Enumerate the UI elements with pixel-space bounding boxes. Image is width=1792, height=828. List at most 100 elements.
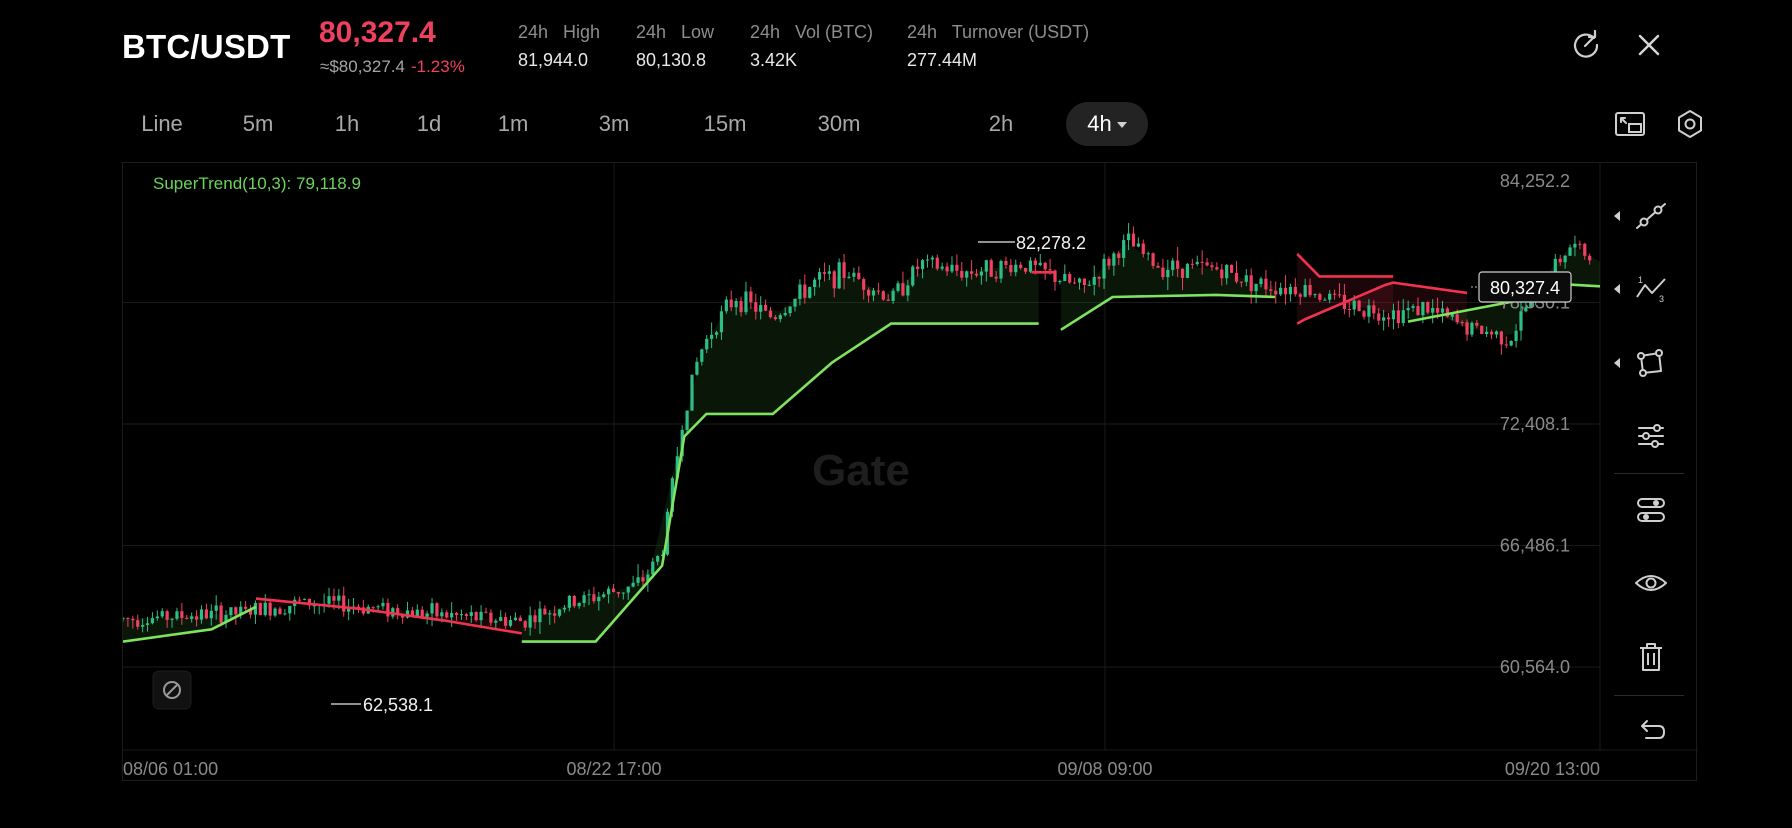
candlestick-chart[interactable]: Gate 82,278.2 62,538.1 SuperTrend(10,3):…: [123, 163, 1698, 782]
expand-arrow-icon[interactable]: [1614, 284, 1620, 294]
candle-up: [557, 609, 562, 616]
trend-line-tool[interactable]: [1631, 196, 1671, 236]
stat-24h-low: 24h Low 80,130.8: [636, 22, 714, 71]
svg-text:3: 3: [1659, 294, 1664, 304]
candle-up: [562, 607, 567, 610]
candle-down: [989, 260, 993, 277]
candle-down: [739, 300, 743, 313]
tab-30m[interactable]: 30m: [806, 102, 872, 146]
candle-up: [175, 611, 179, 619]
candle-down: [1504, 344, 1508, 346]
trash-icon: [1640, 643, 1662, 671]
y-tick-label: 72,408.1: [1500, 414, 1570, 434]
tab-2h[interactable]: 2h: [978, 102, 1024, 146]
candle-down: [749, 291, 753, 303]
x-tick-label: 08/22 17:00: [566, 759, 661, 779]
stat-24h-turnover: 24h Turnover (USDT) 277.44M: [907, 22, 1089, 71]
stat-value: 81,944.0: [518, 50, 589, 70]
expand-arrow-icon[interactable]: [1614, 211, 1620, 221]
tab-15m[interactable]: 15m: [692, 102, 758, 146]
undo-tool[interactable]: [1631, 711, 1671, 751]
header-bar: BTC/USDT 80,327.4 ≈$80,327.4 -1.23% 24h H…: [0, 0, 1792, 90]
picture-in-picture-button[interactable]: [1612, 106, 1648, 142]
candle-up: [1406, 307, 1410, 311]
candle-down: [881, 291, 885, 300]
candle-down: [445, 612, 449, 618]
candle-down: [866, 289, 871, 296]
candle-up: [582, 595, 586, 603]
caret-down-icon: [1116, 122, 1127, 129]
last-price: 80,327.4: [319, 16, 436, 49]
change-percent: -1.23%: [410, 57, 465, 76]
candle-down: [1107, 258, 1111, 266]
visibility-tool[interactable]: [1631, 563, 1671, 603]
indicator-settings-tool[interactable]: [1631, 416, 1671, 456]
candle-up: [1028, 260, 1033, 272]
tab-3m[interactable]: 3m: [586, 102, 642, 146]
candle-down: [194, 616, 199, 620]
candle-down: [1117, 253, 1121, 258]
svg-text:1: 1: [1638, 275, 1643, 285]
candle-up: [808, 286, 812, 298]
settings-button[interactable]: [1672, 106, 1708, 142]
candle-up: [1328, 293, 1332, 300]
candle-down: [136, 620, 140, 627]
tab-4h-label: 4h: [1087, 111, 1112, 136]
candle-up: [567, 595, 571, 608]
stat-label: 24h Turnover (USDT): [907, 22, 1090, 42]
candle-up: [376, 606, 380, 608]
candle-down: [1588, 255, 1592, 261]
candle-down: [1435, 307, 1440, 313]
tab-5m[interactable]: 5m: [230, 102, 286, 146]
candle-down: [1215, 267, 1219, 270]
candle-up: [538, 608, 542, 623]
candle-up: [724, 299, 728, 312]
candle-up: [499, 617, 503, 621]
candle-up: [1323, 299, 1327, 301]
tab-line[interactable]: Line: [122, 102, 202, 146]
pair-title[interactable]: BTC/USDT: [122, 28, 290, 66]
candle-down: [1298, 294, 1302, 297]
close-button[interactable]: [1632, 28, 1666, 62]
refresh-button[interactable]: [1569, 28, 1603, 62]
stat-value: 277.44M: [907, 50, 978, 70]
candle-up: [1303, 285, 1307, 297]
candle-down: [1455, 314, 1459, 323]
candle-down: [204, 609, 208, 619]
candle-down: [1578, 243, 1582, 245]
candle-down: [1210, 265, 1214, 268]
candle-down: [1416, 306, 1420, 316]
candle-up: [1494, 331, 1499, 335]
candle-down: [533, 615, 537, 623]
candle-up: [1058, 281, 1062, 283]
tab-1d[interactable]: 1d: [404, 102, 454, 146]
candle-up: [906, 285, 910, 296]
fibonacci-tool[interactable]: 1 3: [1631, 269, 1671, 309]
shape-tool[interactable]: [1631, 343, 1671, 383]
candle-up: [695, 361, 699, 375]
expand-arrow-icon[interactable]: [1614, 358, 1620, 368]
candle-up: [548, 613, 552, 615]
candle-down: [278, 608, 282, 615]
candle-up: [190, 616, 194, 619]
candle-up: [469, 612, 473, 617]
tab-1m[interactable]: 1m: [484, 102, 542, 146]
drawing-settings-tool[interactable]: [1631, 490, 1671, 530]
candle-down: [1156, 265, 1160, 268]
y-axis-labels: 84,252.278,330.172,408.166,486.160,564.0: [1500, 171, 1570, 677]
delete-tool[interactable]: [1631, 637, 1671, 677]
candle-up: [1087, 284, 1091, 286]
tab-1h[interactable]: 1h: [322, 102, 372, 146]
candle-down: [1200, 261, 1204, 263]
candle-down: [258, 603, 262, 616]
drawing-mode-button[interactable]: [152, 670, 192, 710]
candle-up: [911, 266, 915, 286]
candle-down: [1068, 274, 1072, 283]
tab-4h[interactable]: 4h: [1066, 102, 1148, 146]
candle-down: [822, 272, 827, 274]
candle-down: [1131, 233, 1136, 247]
candle-down: [185, 617, 189, 619]
candle-down: [1308, 285, 1312, 296]
candle-up: [793, 298, 797, 307]
chart-area[interactable]: Gate 82,278.2 62,538.1 SuperTrend(10,3):…: [122, 162, 1698, 782]
